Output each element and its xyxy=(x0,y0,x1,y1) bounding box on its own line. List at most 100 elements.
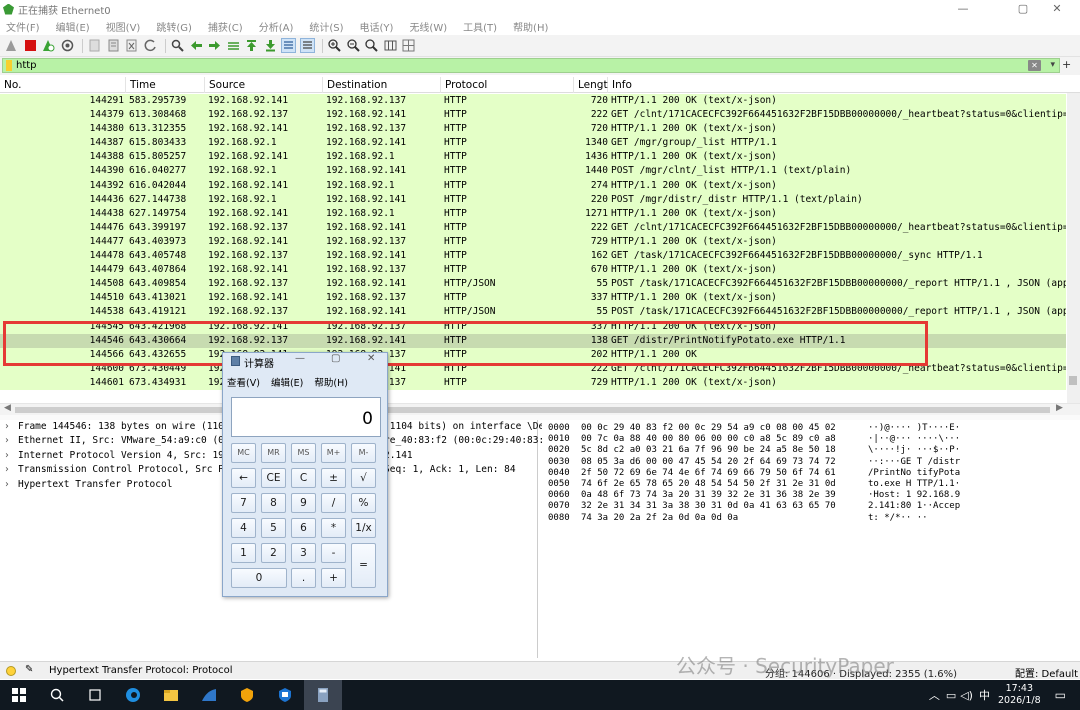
calc-key-mr[interactable]: MR xyxy=(261,443,286,463)
calc-key-8[interactable]: 8 xyxy=(261,493,286,513)
packet-row[interactable]: 144380 613.312355 192.168.92.141 192.168.92… xyxy=(0,122,1066,137)
find-packet-icon[interactable] xyxy=(170,38,185,53)
calc-key-1[interactable]: 1 xyxy=(231,543,256,563)
calc-key-sqrt[interactable]: √ xyxy=(351,468,376,488)
notifications-icon[interactable]: ▭ xyxy=(1055,688,1066,702)
calc-key-plus[interactable]: + xyxy=(321,568,346,588)
calculator-menu-help[interactable]: 帮助(H) xyxy=(314,378,348,389)
hex-line[interactable]: 0020 5c 8d c2 a0 03 21 6a 7f 96 90 be 24 … xyxy=(542,445,1080,456)
hex-line[interactable]: 0060 0a 48 6f 73 74 3a 20 31 39 32 2e 31 … xyxy=(542,490,1080,501)
hex-line[interactable]: 0050 74 6f 2e 65 78 65 20 48 54 54 50 2f … xyxy=(542,479,1080,490)
column-header-time[interactable]: Time xyxy=(126,77,205,93)
packet-row[interactable]: 144508 643.409854 192.168.92.137 192.168.92… xyxy=(0,277,1066,292)
calc-key-9[interactable]: 9 xyxy=(291,493,316,513)
stop-capture-icon[interactable] xyxy=(23,38,38,53)
zoom-reset-icon[interactable] xyxy=(364,38,379,53)
calculator-close-button[interactable]: ✕ xyxy=(367,353,375,364)
expand-arrow-icon[interactable]: › xyxy=(4,449,18,463)
menu-statistics[interactable]: 统计(S) xyxy=(309,19,343,34)
packet-row[interactable]: 144538 643.419121 192.168.92.137 192.168.92… xyxy=(0,305,1066,320)
calculator-titlebar[interactable]: 计算器 — ▢ ✕ xyxy=(223,353,387,370)
close-file-icon[interactable] xyxy=(124,38,139,53)
scroll-right-icon[interactable]: ▶ xyxy=(1056,403,1063,413)
packet-row[interactable]: 144600673.430449192.168.92.137192.168.92… xyxy=(0,361,1066,376)
calculator-maximize-button[interactable]: ▢ xyxy=(331,353,340,364)
go-back-icon[interactable] xyxy=(189,38,204,53)
start-capture-icon[interactable] xyxy=(4,38,19,53)
display-filter-value[interactable]: http xyxy=(16,60,37,71)
menu-go[interactable]: 跳转(G) xyxy=(156,19,192,34)
hex-line[interactable]: 0000 00 0c 29 40 83 f2 00 0c 29 54 a9 c0 … xyxy=(542,423,1080,434)
calc-key-divide[interactable]: / xyxy=(321,493,346,513)
packet-row[interactable]: 144477 643.403973 192.168.92.141 192.168.92… xyxy=(0,234,1066,250)
calc-key-multiply[interactable]: * xyxy=(321,518,346,538)
hex-line[interactable]: 0070 32 2e 31 34 31 3a 38 30 31 0d 0a 41 … xyxy=(542,501,1080,512)
packet-list-vertical-scrollbar[interactable] xyxy=(1067,93,1080,403)
packet-row[interactable]: 144436 627.144738 192.168.92.1 192.168.92.1… xyxy=(0,192,1066,207)
packet-row[interactable]: 144388 615.805257 192.168.92.141 192.168.92… xyxy=(0,150,1066,165)
packet-row[interactable]: 144601673.434931192.168.92.141192.168.92… xyxy=(0,375,1066,390)
expert-info-icon[interactable] xyxy=(6,666,16,676)
column-header-protocol[interactable]: Protocol xyxy=(441,77,574,93)
bookmark-icon[interactable] xyxy=(6,60,12,71)
calc-key-4[interactable]: 4 xyxy=(231,518,256,538)
network-icon[interactable]: ▭ xyxy=(946,689,956,702)
hex-line[interactable]: 0030 08 05 3a d6 00 00 47 45 54 20 2f 64 … xyxy=(542,457,1080,468)
defender-icon[interactable] xyxy=(266,680,304,710)
save-file-icon[interactable] xyxy=(106,38,121,53)
expand-arrow-icon[interactable]: › xyxy=(4,463,18,477)
packet-row[interactable]: 144291 583.295739 192.168.92.141 192.168.92… xyxy=(0,94,1066,109)
packet-row[interactable]: 144510 643.413021 192.168.92.141 192.168.92… xyxy=(0,291,1066,306)
search-icon[interactable] xyxy=(38,680,76,710)
calc-key-3[interactable]: 3 xyxy=(291,543,316,563)
packet-row[interactable]: 144387 615.803433 192.168.92.1 192.168.92.1… xyxy=(0,136,1066,151)
menu-capture[interactable]: 捕获(C) xyxy=(208,19,243,34)
calc-key-equals[interactable]: = xyxy=(351,543,376,588)
hex-line[interactable]: 0080 74 3a 20 2a 2f 2a 0d 0a 0d 0a t: */*·… xyxy=(542,513,1080,524)
calc-key-mc[interactable]: MC xyxy=(231,443,256,463)
add-filter-button[interactable]: + xyxy=(1062,58,1071,71)
display-filter-input[interactable]: http ✕ ▾ xyxy=(2,58,1060,73)
packet-row[interactable]: 144476 643.399197 192.168.92.137 192.168.92… xyxy=(0,220,1066,235)
menu-analyze[interactable]: 分析(A) xyxy=(259,19,294,34)
resize-columns-icon[interactable] xyxy=(383,38,398,53)
column-header-destination[interactable]: Destination xyxy=(323,77,441,93)
calc-key-backspace[interactable]: ← xyxy=(231,468,256,488)
packet-row[interactable]: 144392 616.042044 192.168.92.141 192.168.92… xyxy=(0,178,1066,193)
menu-tools[interactable]: 工具(T) xyxy=(463,19,497,34)
menu-telephony[interactable]: 电话(Y) xyxy=(360,19,394,34)
calc-key-2[interactable]: 2 xyxy=(261,543,286,563)
column-header-info[interactable]: Info xyxy=(608,77,1068,93)
calc-key-ce[interactable]: CE xyxy=(261,468,286,488)
status-profile[interactable]: 配置: Default xyxy=(1015,665,1078,680)
zoom-in-icon[interactable] xyxy=(327,38,342,53)
ime-indicator[interactable]: 中 xyxy=(979,687,990,703)
hex-line[interactable]: 0040 2f 50 72 69 6e 74 4e 6f 74 69 66 79 … xyxy=(542,468,1080,479)
calc-key-clear[interactable]: C xyxy=(291,468,316,488)
taskbar-clock[interactable]: 17:43 2026/1/8 xyxy=(998,683,1041,707)
column-header-source[interactable]: Source xyxy=(205,77,323,93)
packet-row[interactable]: 144545 643.421968 192.168.92.141 192.168.92… xyxy=(0,319,1066,334)
volume-icon[interactable]: ◁) xyxy=(960,689,973,702)
capture-options-icon[interactable] xyxy=(60,38,75,53)
calc-key-m-plus[interactable]: M+ xyxy=(321,443,346,463)
calculator-menu-view[interactable]: 查看(V) xyxy=(227,378,260,389)
start-icon[interactable] xyxy=(0,680,38,710)
menu-view[interactable]: 视图(V) xyxy=(106,19,141,34)
restart-capture-icon[interactable] xyxy=(41,38,56,53)
column-header-no[interactable]: No. xyxy=(0,77,126,93)
packet-row[interactable]: 144546 643.430664 192.168.92.137 192.168.92… xyxy=(0,333,1066,348)
menu-help[interactable]: 帮助(H) xyxy=(513,19,548,34)
autoscroll-icon[interactable] xyxy=(281,38,296,53)
clear-filter-icon[interactable]: ✕ xyxy=(1028,60,1041,71)
calc-key-percent[interactable]: % xyxy=(351,493,376,513)
colorize-icon[interactable] xyxy=(299,38,315,53)
calc-key-decimal[interactable]: . xyxy=(291,568,316,588)
open-file-icon[interactable] xyxy=(87,38,102,53)
hex-line[interactable]: 0010 00 7c 0a 88 40 00 80 06 00 00 c0 a8 … xyxy=(542,434,1080,445)
minimize-button[interactable]: — xyxy=(940,0,986,18)
scrollbar-thumb[interactable] xyxy=(15,407,1050,413)
calc-key-7[interactable]: 7 xyxy=(231,493,256,513)
expand-arrow-icon[interactable]: › xyxy=(4,434,18,448)
close-button[interactable]: ✕ xyxy=(1034,0,1080,18)
